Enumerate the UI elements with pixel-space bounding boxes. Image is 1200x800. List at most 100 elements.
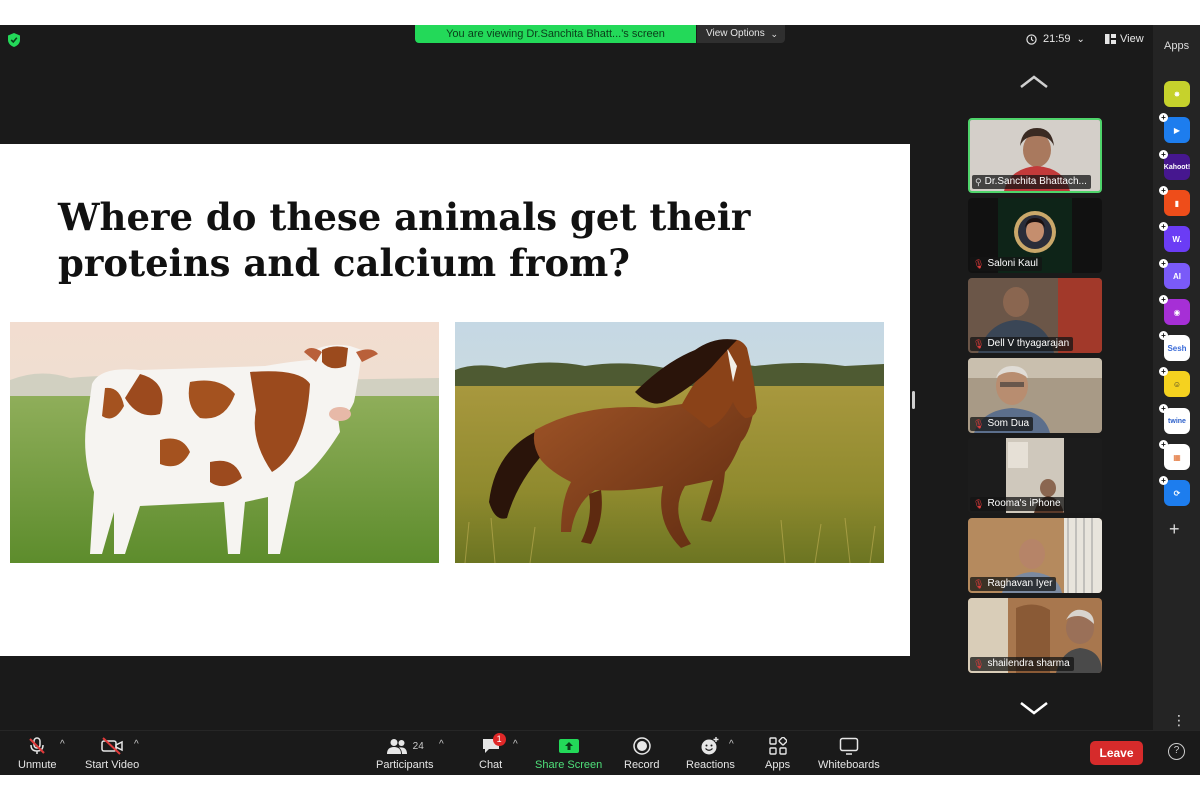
- start-video-button[interactable]: Start Video: [85, 736, 139, 771]
- record-button[interactable]: Record: [624, 736, 659, 771]
- participants-options-chevron-icon[interactable]: ^: [439, 739, 444, 750]
- participant-tile[interactable]: 🎙︎ Raghavan Iyer: [968, 518, 1102, 593]
- app-add-badge-icon: +: [1159, 367, 1168, 376]
- app-add-badge-icon: +: [1159, 259, 1168, 268]
- chevron-down-icon[interactable]: [1019, 701, 1049, 715]
- slide-title-line-1: Where do these animals get their: [58, 195, 751, 239]
- reactions-label: Reactions: [686, 759, 735, 771]
- muted-mic-icon: 🎙︎: [973, 499, 985, 509]
- w-app-icon[interactable]: W.: [1164, 226, 1190, 252]
- add-app-icon[interactable]: +: [1169, 519, 1180, 540]
- participant-tile[interactable]: 🎙︎ shailendra sharma: [968, 598, 1102, 673]
- whiteboards-button[interactable]: Whiteboards: [818, 736, 880, 771]
- participant-name-tag: 🎙︎ Dell V thyagarajan: [970, 337, 1074, 351]
- chat-button[interactable]: 1 Chat: [479, 733, 506, 771]
- screen-share-banner: You are viewing Dr.Sanchita Bhatt...'s s…: [415, 25, 696, 43]
- record-icon: [632, 737, 651, 755]
- app-add-badge-icon: +: [1159, 150, 1168, 159]
- muted-mic-icon: 🎙︎: [973, 419, 985, 429]
- muted-mic-icon: 🎙︎: [973, 579, 985, 589]
- timer-value: 21:59: [1043, 33, 1071, 45]
- participant-name-tag: ⚲ Dr.Sanchita Bhattach...: [972, 175, 1091, 189]
- reactions-smiley-icon: [701, 737, 719, 755]
- app-add-badge-icon: +: [1159, 295, 1168, 304]
- kahoot-app-icon[interactable]: Kahoot!: [1164, 154, 1190, 180]
- participant-name-tag: 🎙︎ Raghavan Iyer: [970, 577, 1057, 591]
- video-options-chevron-icon[interactable]: ^: [134, 739, 139, 750]
- participant-name: Rooma's iPhone: [987, 498, 1061, 509]
- view-button[interactable]: View: [1105, 33, 1144, 45]
- zoom-meeting-window: You are viewing Dr.Sanchita Bhatt...'s s…: [0, 25, 1200, 775]
- clock-icon: [1026, 33, 1037, 45]
- record-label: Record: [624, 759, 660, 771]
- orange-app-icon[interactable]: ▮: [1164, 190, 1190, 216]
- muted-microphone-icon: [29, 737, 45, 754]
- sesh-app-icon[interactable]: Sesh: [1164, 335, 1190, 361]
- muted-mic-icon: 🎙︎: [973, 259, 985, 269]
- meeting-timer[interactable]: 21:59 ⌄: [1026, 33, 1085, 45]
- participant-name-tag: 🎙︎ Saloni Kaul: [970, 257, 1043, 271]
- chat-options-chevron-icon[interactable]: ^: [513, 739, 518, 750]
- more-options-icon[interactable]: ⋮: [1172, 712, 1186, 729]
- participant-name: Raghavan Iyer: [987, 578, 1053, 589]
- app-add-badge-icon: +: [1159, 476, 1168, 485]
- participant-name: Dell V thyagarajan: [987, 338, 1070, 349]
- view-label: View: [1120, 33, 1144, 45]
- chevron-down-icon[interactable]: ⌄: [1077, 34, 1085, 45]
- share-screen-button[interactable]: Share Screen: [535, 736, 602, 771]
- sync-app-icon[interactable]: ⟳: [1164, 480, 1190, 506]
- share-screen-icon: [558, 739, 579, 753]
- camera-app-icon[interactable]: ◉: [1164, 299, 1190, 325]
- participant-name: Saloni Kaul: [987, 258, 1039, 269]
- grid-app-icon[interactable]: ▦: [1164, 444, 1190, 470]
- participant-name-tag: 🎙︎ Rooma's iPhone: [970, 497, 1065, 511]
- apps-sidebar-title: Apps: [1164, 40, 1190, 52]
- participant-name-tag: 🎙︎ Som Dua: [970, 417, 1034, 431]
- chevron-up-icon[interactable]: [1019, 75, 1049, 89]
- apps-button[interactable]: Apps: [765, 736, 790, 771]
- view-options-button[interactable]: View Options ⌄: [697, 25, 785, 43]
- share-screen-label: Share Screen: [535, 759, 603, 771]
- unmute-button[interactable]: Unmute: [18, 736, 57, 771]
- participant-tile[interactable]: ⚲ Dr.Sanchita Bhattach...: [968, 118, 1102, 193]
- reactions-options-chevron-icon[interactable]: ^: [729, 739, 734, 750]
- muted-mic-icon: 🎙︎: [973, 339, 985, 349]
- leave-button[interactable]: Leave: [1090, 741, 1143, 765]
- sparkle-app-icon[interactable]: ✸: [1164, 81, 1190, 107]
- participants-count: 24: [412, 740, 424, 752]
- reactions-button[interactable]: Reactions: [686, 736, 735, 771]
- unmute-label: Unmute: [18, 759, 57, 771]
- chat-label: Chat: [479, 759, 503, 771]
- participants-label: Participants: [376, 759, 434, 771]
- audio-options-chevron-icon[interactable]: ^: [60, 739, 65, 750]
- smiley-app-icon[interactable]: ☺: [1164, 371, 1190, 397]
- app-add-badge-icon: +: [1159, 186, 1168, 195]
- play-app-icon[interactable]: ▶: [1164, 117, 1190, 143]
- participant-name: Dr.Sanchita Bhattach...: [984, 176, 1087, 187]
- chevron-down-icon: ⌄: [770, 29, 778, 39]
- participants-icon: [386, 739, 407, 754]
- participant-name: Som Dua: [987, 418, 1030, 429]
- participant-tile[interactable]: 🎙︎ Rooma's iPhone: [968, 438, 1102, 513]
- view-options-label: View Options: [706, 28, 765, 39]
- whiteboard-icon: [839, 737, 859, 755]
- participant-tile[interactable]: 🎙︎ Saloni Kaul: [968, 198, 1102, 273]
- ai-app-icon[interactable]: AI: [1164, 263, 1190, 289]
- slide-title-line-2: proteins and calcium from?: [58, 241, 630, 285]
- meeting-toolbar: Unmute ^ Start Video ^ 24 Participants ^…: [0, 730, 1200, 775]
- pin-icon: ⚲: [975, 177, 982, 187]
- security-shield-icon[interactable]: [8, 33, 20, 47]
- twine-app-icon[interactable]: twine: [1164, 408, 1190, 434]
- participant-tile[interactable]: 🎙︎ Som Dua: [968, 358, 1102, 433]
- participant-tile[interactable]: 🎙︎ Dell V thyagarajan: [968, 278, 1102, 353]
- app-add-badge-icon: +: [1159, 440, 1168, 449]
- app-add-badge-icon: +: [1159, 404, 1168, 413]
- help-icon[interactable]: ?: [1168, 743, 1185, 760]
- horse-photo: [455, 322, 884, 563]
- participants-button[interactable]: 24 Participants: [376, 736, 433, 771]
- muted-mic-icon: 🎙︎: [973, 659, 985, 669]
- apps-label: Apps: [765, 759, 791, 771]
- split-resize-handle[interactable]: [912, 391, 915, 409]
- grid-view-icon: [1105, 34, 1116, 44]
- participant-name-tag: 🎙︎ shailendra sharma: [970, 657, 1074, 671]
